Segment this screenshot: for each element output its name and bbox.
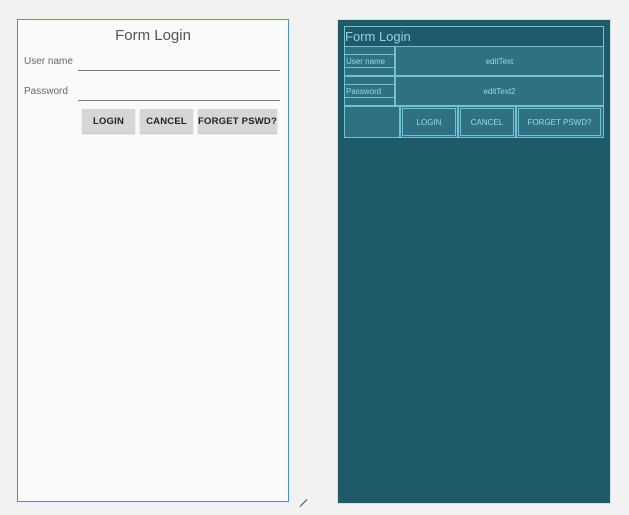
blueprint-password-label[interactable]: Password — [344, 84, 395, 98]
password-label: Password — [24, 86, 68, 97]
blueprint-username-label[interactable]: User name — [344, 54, 395, 68]
cancel-button[interactable]: CANCEL — [140, 109, 193, 133]
forget-password-button[interactable]: FORGET PSWD? — [198, 109, 277, 133]
blueprint-login-button[interactable]: LOGIN — [402, 108, 456, 136]
blueprint-edit-text-1[interactable]: editText — [395, 46, 604, 76]
blueprint-cancel-button[interactable]: CANCEL — [460, 108, 514, 136]
blueprint-preview: Form Login User name editText Password e… — [337, 19, 611, 504]
blueprint-row3-spacer — [344, 106, 400, 138]
form-title: Form Login — [115, 27, 191, 44]
blueprint-forget-button[interactable]: FORGET PSWD? — [518, 108, 601, 136]
design-preview: Form Login User name Password LOGIN CANC… — [17, 19, 289, 502]
blueprint-title[interactable]: Form Login — [344, 26, 604, 47]
login-button[interactable]: LOGIN — [82, 109, 135, 133]
blueprint-edit-text-2[interactable]: editText2 — [395, 76, 604, 106]
password-field[interactable] — [78, 84, 280, 101]
resize-handle-icon[interactable] — [299, 499, 308, 507]
username-field[interactable] — [78, 54, 280, 71]
username-label: User name — [24, 56, 73, 67]
